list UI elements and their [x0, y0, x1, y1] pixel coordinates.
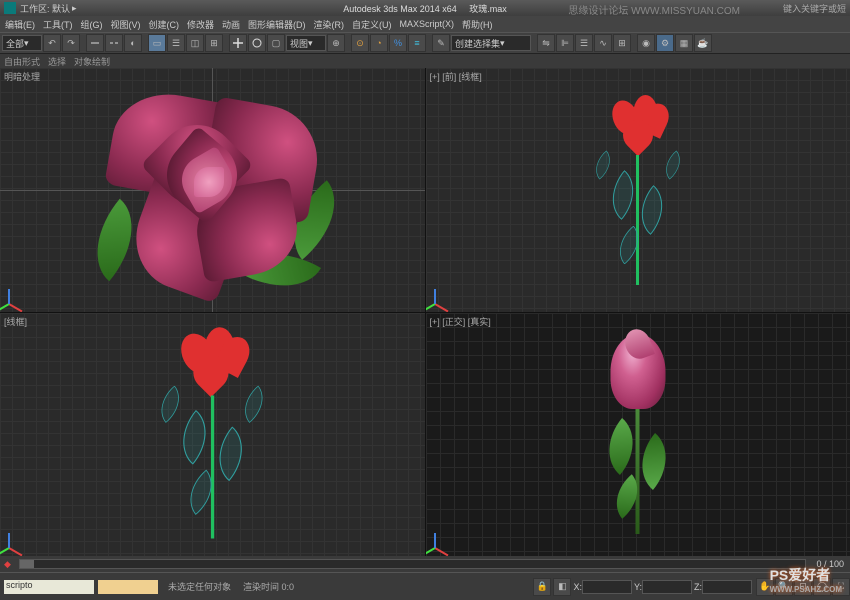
render-setup-button[interactable]: ⚙ — [656, 34, 674, 52]
time-slider[interactable]: ◆ 0 / 100 — [0, 556, 850, 572]
menu-tools[interactable]: 工具(T) — [40, 18, 76, 31]
menu-edit[interactable]: 编辑(E) — [2, 18, 38, 31]
isolate-icon[interactable]: ◧ — [553, 578, 571, 596]
title-bar: 工作区: 默认 ▸ Autodesk 3ds Max 2014 x64 玫瑰.m… — [0, 0, 850, 16]
redo-button[interactable]: ↷ — [62, 34, 80, 52]
named-sel-edit[interactable]: ✎ — [432, 34, 450, 52]
viewport-label[interactable]: [线框] — [4, 315, 27, 328]
snap-toggle[interactable]: ⊙ — [351, 34, 369, 52]
x-label: X: — [573, 582, 582, 592]
axis-gizmo — [8, 274, 38, 304]
material-editor-button[interactable]: ◉ — [637, 34, 655, 52]
selection-status: 未选定任何对象 — [162, 580, 237, 593]
menu-help[interactable]: 帮助(H) — [459, 18, 496, 31]
rose-model-realistic — [610, 334, 665, 534]
viewport-quad: 明暗处理 [+] [前] [线框] — [0, 68, 850, 556]
render-frame-button[interactable]: ▦ — [675, 34, 693, 52]
layers-button[interactable]: ☰ — [575, 34, 593, 52]
menu-modifiers[interactable]: 修改器 — [184, 18, 217, 31]
timeline-marker-icon: ◆ — [0, 559, 15, 570]
menu-group[interactable]: 组(G) — [78, 18, 106, 31]
menu-animation[interactable]: 动画 — [219, 18, 243, 31]
maxscript-listener[interactable]: scripto — [4, 580, 94, 594]
status-bar: scripto 未选定任何对象 渲染时间 0:0 🔒 ◧ X: Y: Z: ✋ … — [0, 572, 850, 600]
rose-model-wireframe — [174, 330, 251, 539]
window-crossing-button[interactable]: ⊞ — [205, 34, 223, 52]
lock-selection-icon[interactable]: 🔒 — [533, 578, 551, 596]
undo-button[interactable]: ↶ — [43, 34, 61, 52]
z-label: Z: — [694, 582, 702, 592]
unlink-button[interactable] — [105, 34, 123, 52]
file-name: 玫瑰.max — [469, 4, 507, 14]
workspace-label: 工作区: 默认 — [20, 2, 70, 15]
viewport-front[interactable]: [+] [前] [线框] — [426, 68, 850, 312]
select-button[interactable]: ▭ — [148, 34, 166, 52]
link-button[interactable] — [86, 34, 104, 52]
named-selection-dropdown[interactable]: 创建选择集 ▾ — [451, 35, 531, 51]
selection-filter[interactable]: 全部 ▾ — [2, 35, 42, 51]
align-button[interactable]: ⊫ — [556, 34, 574, 52]
x-input[interactable] — [582, 580, 632, 594]
angle-snap[interactable]: ◔ — [370, 34, 388, 52]
rose-model-shaded — [102, 75, 322, 295]
viewport-perspective[interactable]: [+] [正交] [真实] — [426, 313, 850, 557]
menu-create[interactable]: 创建(C) — [146, 18, 183, 31]
transform-type-in: 🔒 ◧ X: Y: Z: — [533, 578, 752, 596]
render-time: 渲染时间 0:0 — [237, 580, 300, 593]
workspace-arrow[interactable]: ▸ — [72, 3, 77, 14]
viewport-top[interactable]: 明暗处理 — [0, 68, 425, 312]
prompt-input[interactable] — [98, 580, 158, 594]
viewport-left[interactable]: [线框] — [0, 313, 425, 557]
move-button[interactable] — [229, 34, 247, 52]
rose-model-wireframe — [603, 95, 673, 285]
app-icon — [4, 2, 16, 14]
select-region-button[interactable]: ◫ — [186, 34, 204, 52]
ref-coord-dropdown[interactable]: 视图 ▾ — [286, 35, 326, 51]
time-slider-track[interactable] — [19, 559, 807, 569]
y-input[interactable] — [642, 580, 692, 594]
viewport-label[interactable]: 明暗处理 — [4, 70, 40, 83]
render-button[interactable]: ☕ — [694, 34, 712, 52]
menu-custom[interactable]: 自定义(U) — [349, 18, 395, 31]
menu-views[interactable]: 视图(V) — [108, 18, 144, 31]
forum-watermark: 思缘设计论坛 WWW.MISSYUAN.COM — [568, 2, 740, 17]
spinner-snap[interactable]: ≡ — [408, 34, 426, 52]
axis-gizmo — [434, 518, 464, 548]
app-title: Autodesk 3ds Max 2014 x64 — [343, 4, 457, 14]
menu-bar: 编辑(E) 工具(T) 组(G) 视图(V) 创建(C) 修改器 动画 图形编辑… — [0, 16, 850, 32]
bind-button[interactable]: ◐ — [124, 34, 142, 52]
tab-objectpaint[interactable]: 对象绘制 — [74, 55, 110, 68]
pivot-button[interactable]: ⊕ — [327, 34, 345, 52]
ribbon-tabs: 自由形式 选择 对象绘制 — [0, 54, 850, 68]
percent-snap[interactable]: % — [389, 34, 407, 52]
site-watermark: PS爱好者 WWW.PSAHZ.COM — [770, 565, 842, 594]
menu-graph[interactable]: 图形编辑器(D) — [245, 18, 309, 31]
axis-gizmo — [434, 274, 464, 304]
curve-editor-button[interactable]: ∿ — [594, 34, 612, 52]
z-input[interactable] — [702, 580, 752, 594]
main-toolbar: 全部 ▾ ↶ ↷ ◐ ▭ ☰ ◫ ⊞ ▢ 视图 ▾ ⊕ ⊙ ◔ % ≡ ✎ 创建… — [0, 32, 850, 54]
menu-render[interactable]: 渲染(R) — [311, 18, 348, 31]
mirror-button[interactable]: ⇋ — [537, 34, 555, 52]
scale-button[interactable]: ▢ — [267, 34, 285, 52]
rotate-button[interactable] — [248, 34, 266, 52]
viewport-label[interactable]: [+] [前] [线框] — [430, 70, 482, 83]
y-label: Y: — [634, 582, 642, 592]
axis-gizmo — [8, 518, 38, 548]
menu-maxscript[interactable]: MAXScript(X) — [397, 19, 458, 29]
help-search-hint[interactable]: 键入关键字或短 — [783, 2, 846, 15]
schematic-button[interactable]: ⊞ — [613, 34, 631, 52]
tab-freeform[interactable]: 自由形式 — [4, 55, 40, 68]
select-name-button[interactable]: ☰ — [167, 34, 185, 52]
tab-selection[interactable]: 选择 — [48, 55, 66, 68]
viewport-label[interactable]: [+] [正交] [真实] — [430, 315, 491, 328]
